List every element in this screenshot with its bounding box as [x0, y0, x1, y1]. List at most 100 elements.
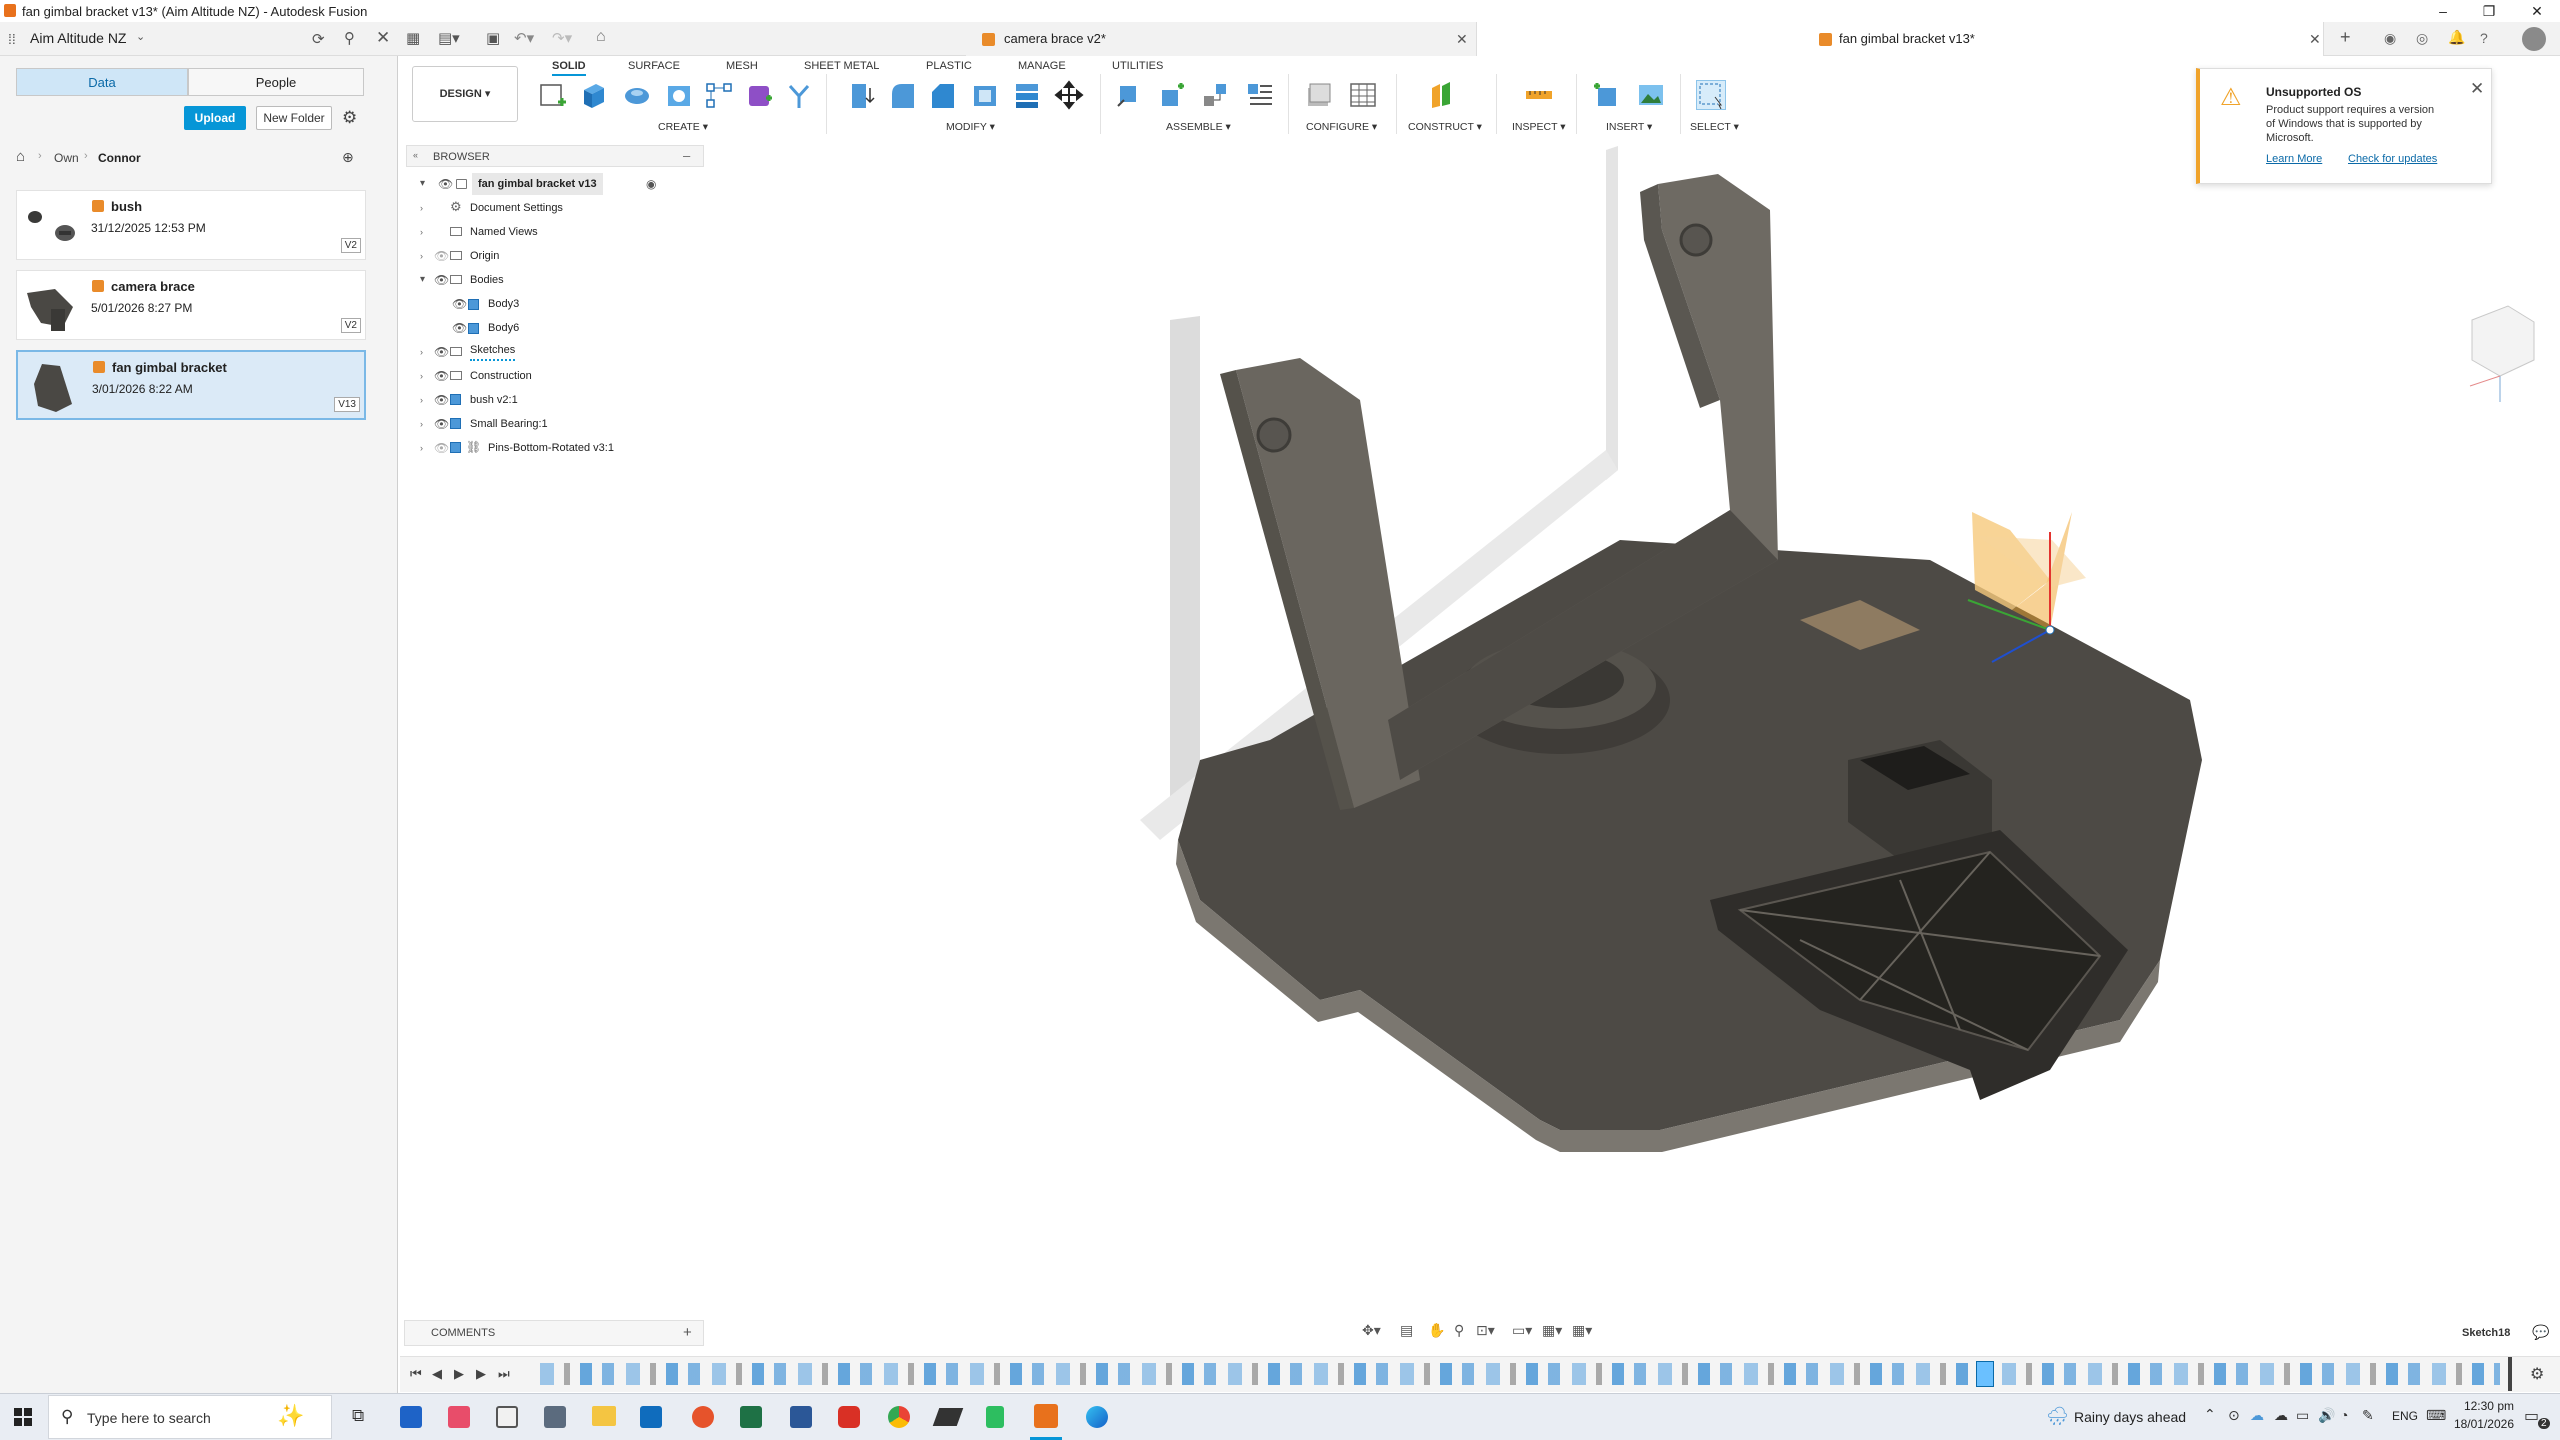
- new-folder-button[interactable]: New Folder: [256, 106, 332, 130]
- speaker-icon[interactable]: 🔊: [2318, 1407, 2335, 1424]
- hole-icon[interactable]: [664, 80, 694, 110]
- create-sketch-icon[interactable]: [538, 80, 568, 110]
- check-for-updates-link[interactable]: Check for updates: [2348, 153, 2437, 165]
- job-status-icon[interactable]: ◎: [2416, 30, 2428, 47]
- go-to-end-icon[interactable]: ⏭: [498, 1366, 510, 1382]
- cloud-icon[interactable]: ☁: [2274, 1407, 2288, 1424]
- tab-surface[interactable]: SURFACE: [628, 60, 680, 72]
- network-icon[interactable]: ▭: [2296, 1407, 2309, 1424]
- zoom-icon[interactable]: ⚲: [1454, 1322, 1464, 1339]
- notifications-icon[interactable]: 🔔: [2448, 29, 2465, 46]
- settings-gear-icon[interactable]: ⚙: [342, 108, 357, 128]
- derive-icon[interactable]: [784, 80, 814, 110]
- windows-start-icon[interactable]: [14, 1408, 32, 1426]
- insert-canvas-icon[interactable]: [1636, 80, 1666, 110]
- share-globe-icon[interactable]: ⊕: [342, 149, 354, 166]
- weather-icon[interactable]: 🌧: [2046, 1406, 2069, 1427]
- as-built-joint-icon[interactable]: [1200, 80, 1230, 110]
- pan-hand-icon[interactable]: ✋: [1428, 1322, 1445, 1339]
- version-badge[interactable]: V2: [340, 318, 361, 333]
- design-viewport[interactable]: [400, 140, 2560, 1320]
- configure-design-icon[interactable]: [1304, 80, 1334, 110]
- file-menu-icon[interactable]: ▤▾: [438, 29, 460, 47]
- timeline-selected-feature[interactable]: [1976, 1361, 1994, 1387]
- extensions-icon[interactable]: ◉: [2384, 30, 2396, 47]
- help-icon[interactable]: ?: [2480, 30, 2488, 46]
- offset-plane-icon[interactable]: [1426, 80, 1456, 110]
- comment-bubble-icon[interactable]: 💬: [2532, 1324, 2549, 1341]
- bill-of-materials-icon[interactable]: [1244, 80, 1274, 110]
- redo-icon[interactable]: ↷▾: [552, 29, 572, 47]
- select-menu[interactable]: SELECT ▾: [1690, 121, 1739, 133]
- timeline-settings-gear-icon[interactable]: ⚙: [2530, 1364, 2544, 1384]
- joint-icon[interactable]: [1156, 80, 1186, 110]
- close-notification-icon[interactable]: ✕: [2470, 79, 2484, 99]
- display-settings-icon[interactable]: ▭▾: [1512, 1322, 1532, 1339]
- breadcrumb-connor[interactable]: Connor: [98, 151, 141, 165]
- file-card-fan-gimbal-bracket[interactable]: fan gimbal bracket 3/01/2026 8:22 AM V13: [16, 350, 366, 420]
- insert-menu[interactable]: INSERT ▾: [1606, 121, 1652, 133]
- rectangular-pattern-icon[interactable]: [704, 80, 734, 110]
- snipping-tool-icon[interactable]: [448, 1406, 470, 1428]
- close-window-button[interactable]: ✕: [2514, 0, 2560, 22]
- fusion-taskbar-icon[interactable]: [1034, 1404, 1058, 1428]
- go-to-start-icon[interactable]: ⏮: [410, 1366, 422, 1382]
- camera-app-icon[interactable]: [544, 1406, 566, 1428]
- file-card-camera-brace[interactable]: camera brace 5/01/2026 8:27 PM V2: [16, 270, 366, 340]
- git-tool-icon[interactable]: [692, 1406, 714, 1428]
- action-center-icon[interactable]: ▭: [2524, 1406, 2539, 1426]
- look-at-icon[interactable]: ▤: [1400, 1322, 1413, 1339]
- version-badge[interactable]: V13: [334, 397, 360, 412]
- step-back-icon[interactable]: ◀: [432, 1366, 442, 1382]
- store-icon[interactable]: [400, 1406, 422, 1428]
- app-icon[interactable]: [932, 1408, 964, 1426]
- step-forward-icon[interactable]: ▶: [476, 1366, 486, 1382]
- to-do-icon[interactable]: [496, 1406, 518, 1428]
- fit-icon[interactable]: ⊡▾: [1476, 1322, 1495, 1339]
- search-icon[interactable]: ⚲: [344, 29, 355, 47]
- shell-icon[interactable]: [970, 80, 1000, 110]
- tab-fan-gimbal-bracket[interactable]: fan gimbal bracket v13* ✕: [1476, 22, 2324, 56]
- home-icon[interactable]: ⌂: [16, 148, 25, 165]
- grid-apps-icon[interactable]: ⁞⁞: [8, 31, 16, 47]
- new-component-icon[interactable]: [1114, 80, 1144, 110]
- move-copy-icon[interactable]: [1054, 80, 1084, 110]
- undo-icon[interactable]: ↶▾: [514, 29, 534, 47]
- learn-more-link[interactable]: Learn More: [2266, 153, 2322, 165]
- new-tab-icon[interactable]: +: [2340, 27, 2351, 48]
- extrude-icon[interactable]: [578, 80, 608, 110]
- task-view-icon[interactable]: ⧉: [352, 1406, 364, 1426]
- tab-plastic[interactable]: PLASTIC: [926, 60, 972, 72]
- tab-camera-brace[interactable]: camera brace v2* ✕: [966, 22, 1476, 56]
- file-card-bush[interactable]: bush 31/12/2025 12:53 PM V2: [16, 190, 366, 260]
- tab-utilities[interactable]: UTILITIES: [1112, 60, 1163, 72]
- clock-date[interactable]: 18/01/2026: [2444, 1417, 2514, 1431]
- grid-settings-icon[interactable]: ▦▾: [1542, 1322, 1562, 1339]
- gizmo-origin[interactable]: [2045, 625, 2055, 635]
- language-indicator[interactable]: ENG: [2392, 1409, 2418, 1423]
- breadcrumb-own[interactable]: Own: [54, 151, 79, 165]
- pen-icon[interactable]: ✎: [2362, 1407, 2374, 1424]
- configure-menu[interactable]: CONFIGURE ▾: [1306, 121, 1377, 133]
- weather-text[interactable]: Rainy days ahead: [2074, 1409, 2186, 1425]
- timeline-marker[interactable]: [2508, 1357, 2512, 1391]
- combine-icon[interactable]: [1012, 80, 1042, 110]
- home-icon[interactable]: ⌂: [596, 28, 606, 46]
- sheets-icon[interactable]: [986, 1406, 1004, 1428]
- tab-mesh[interactable]: MESH: [726, 60, 758, 72]
- user-avatar[interactable]: [2522, 27, 2546, 51]
- tab-sheet-metal[interactable]: SHEET METAL: [804, 60, 879, 72]
- onedrive-icon[interactable]: ☁: [2250, 1407, 2264, 1424]
- save-icon[interactable]: ▣: [486, 29, 500, 47]
- assemble-menu[interactable]: ASSEMBLE ▾: [1166, 121, 1231, 133]
- revolve-icon[interactable]: [622, 80, 652, 110]
- view-cube[interactable]: [2471, 305, 2535, 377]
- word-icon[interactable]: [790, 1406, 812, 1428]
- configuration-table-icon[interactable]: [1348, 80, 1378, 110]
- grid-icon[interactable]: ▦: [406, 29, 420, 47]
- window-select-icon[interactable]: [1696, 80, 1726, 110]
- refresh-icon[interactable]: ⟳: [312, 30, 325, 48]
- comments-bar[interactable]: COMMENTS +: [404, 1320, 704, 1346]
- maximize-button[interactable]: ❐: [2466, 0, 2512, 22]
- insert-derive-icon[interactable]: [1592, 80, 1622, 110]
